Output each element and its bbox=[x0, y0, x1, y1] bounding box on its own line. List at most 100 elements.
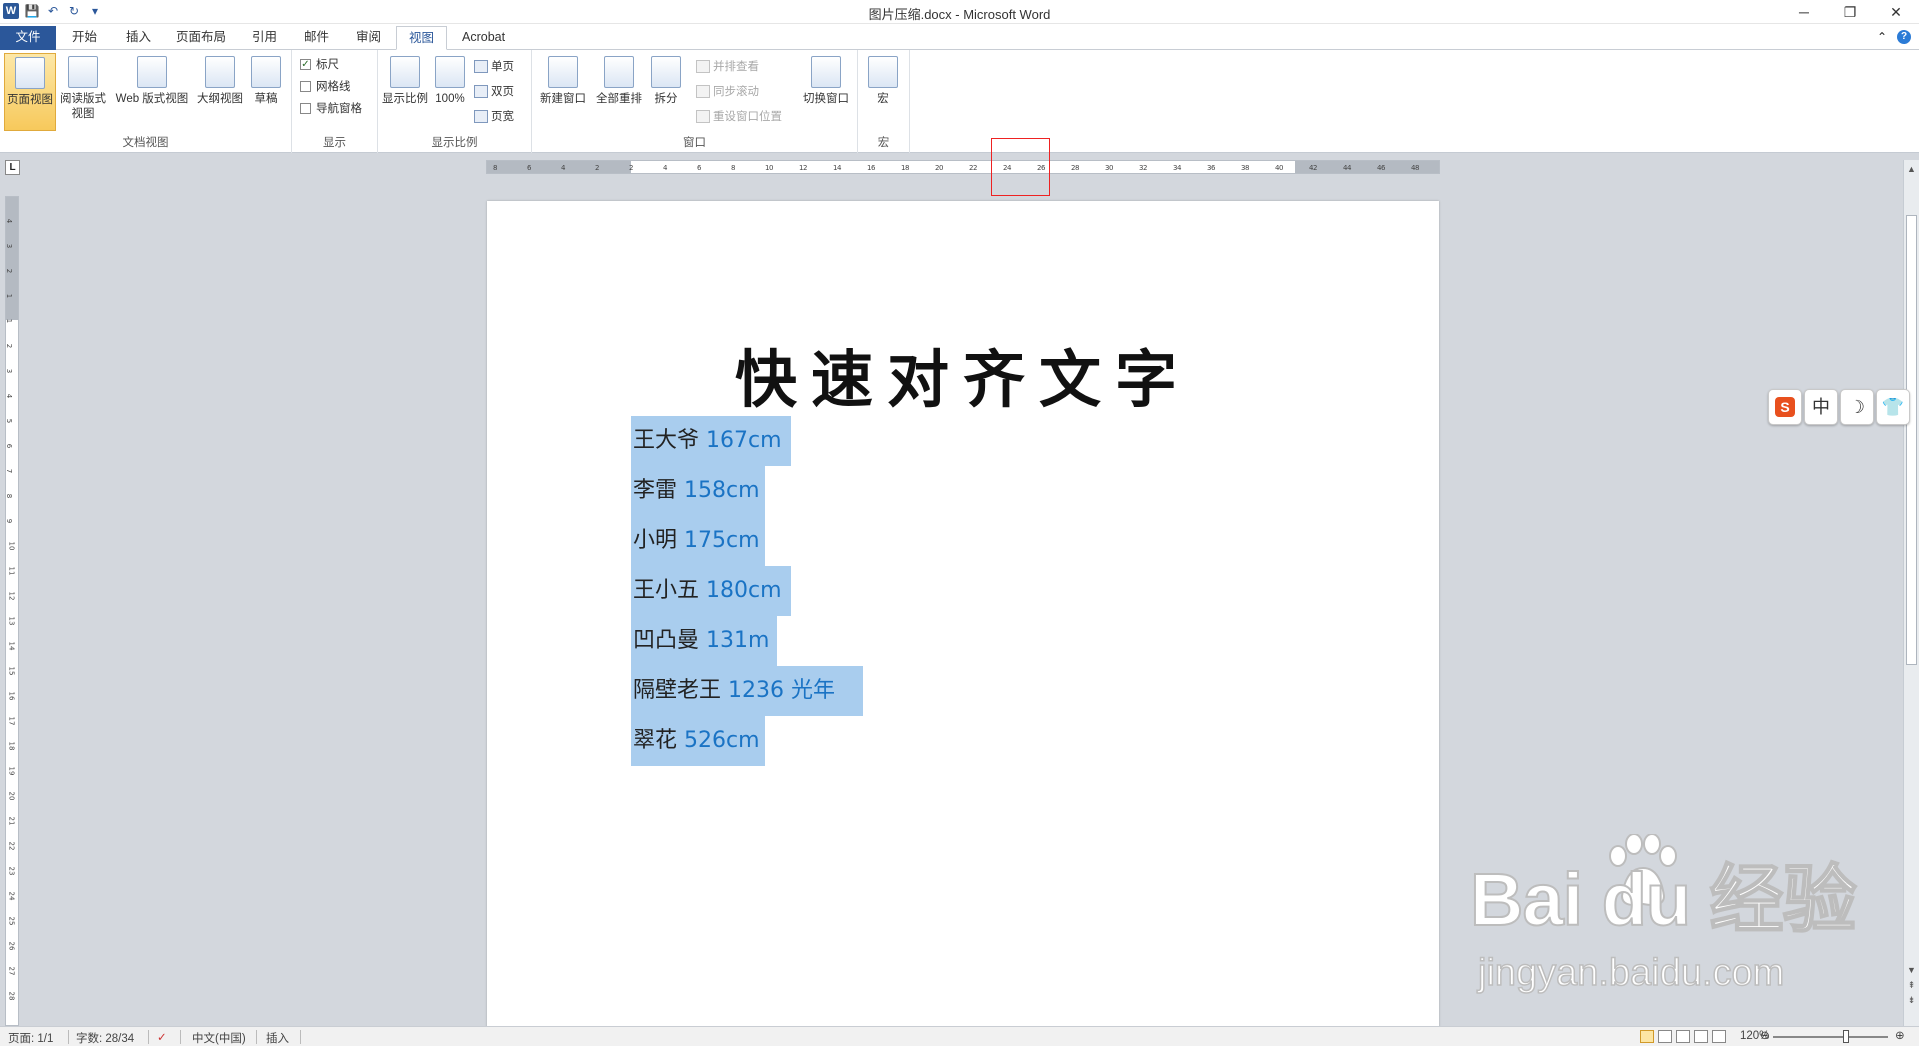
page-width-button[interactable]: 页宽 bbox=[474, 108, 514, 124]
tab-acrobat[interactable]: Acrobat bbox=[450, 26, 517, 50]
tab-page-layout[interactable]: 页面布局 bbox=[164, 26, 238, 50]
horizontal-ruler[interactable]: 8 6 4 2 2 4 6 8 10 12 14 16 18 20 22 24 26 28 30 32 34 36 38 40… bbox=[486, 160, 1440, 174]
ruler-tick-label: 12 bbox=[7, 591, 16, 601]
tab-file[interactable]: 文件 bbox=[0, 26, 56, 50]
proofing-icon[interactable]: ✓ bbox=[157, 1030, 167, 1044]
full-screen-reading-button[interactable]: 阅读版式 视图 bbox=[58, 53, 108, 131]
skin-icon[interactable]: 👕 bbox=[1876, 389, 1910, 425]
tab-review[interactable]: 审阅 bbox=[344, 26, 393, 50]
ruler-tick-label: 16 bbox=[7, 691, 16, 701]
sogou-logo-icon[interactable]: S bbox=[1768, 389, 1802, 425]
list-item[interactable]: 凹凸曼 131m bbox=[631, 616, 777, 666]
group-window: 新建窗口 全部重排 拆分 并排查看 同步滚动 重设窗口位置 切换窗口 窗口 bbox=[532, 50, 858, 153]
ruler-tick-label: 23 bbox=[7, 866, 16, 876]
previous-page-icon[interactable]: ⇞ bbox=[1906, 980, 1917, 991]
page-width-icon bbox=[474, 109, 488, 123]
page-count[interactable]: 页面: 1/1 bbox=[8, 1030, 53, 1046]
ruler-tick-label: 30 bbox=[1105, 164, 1113, 172]
switch-windows-button[interactable]: 切换窗口 bbox=[798, 53, 854, 131]
outline-view-icon[interactable] bbox=[1694, 1030, 1708, 1043]
group-label: 文档视图 bbox=[122, 137, 169, 149]
window-title: 图片压缩.docx - Microsoft Word bbox=[868, 7, 1051, 22]
insert-mode-status[interactable]: 插入 bbox=[266, 1030, 289, 1046]
list-item[interactable]: 翠花 526cm bbox=[631, 716, 765, 766]
draft-button[interactable]: 草稿 bbox=[246, 53, 286, 131]
checkbox-icon bbox=[300, 80, 311, 92]
zoom-slider-thumb[interactable] bbox=[1843, 1030, 1849, 1043]
ruler-tick-label: 27 bbox=[7, 966, 16, 976]
ruler-tick-label: 12 bbox=[799, 164, 807, 172]
ruler-tick-label: 10 bbox=[7, 541, 16, 551]
ruler-tick-label: 21 bbox=[7, 816, 16, 826]
print-layout-view-icon[interactable] bbox=[1640, 1030, 1654, 1043]
zoom-in-icon[interactable]: ⊕ bbox=[1895, 1028, 1905, 1042]
height-value: 175cm bbox=[677, 528, 760, 553]
height-value: 180cm bbox=[699, 578, 782, 603]
person-name: 王大爷 bbox=[633, 428, 700, 453]
new-window-button[interactable]: 新建窗口 bbox=[536, 53, 590, 131]
tab-mailings[interactable]: 邮件 bbox=[292, 26, 341, 50]
status-separator bbox=[148, 1030, 149, 1044]
collapse-ribbon-icon[interactable]: ⌃ bbox=[1877, 30, 1887, 44]
next-page-icon[interactable]: ⇟ bbox=[1906, 995, 1917, 1006]
moon-icon[interactable]: ☽ bbox=[1840, 389, 1874, 425]
web-view-icon[interactable] bbox=[1676, 1030, 1690, 1043]
list-item[interactable]: 王小五 180cm bbox=[631, 566, 791, 616]
arrange-all-button[interactable]: 全部重排 bbox=[592, 53, 646, 131]
minimize-button[interactable]: ─ bbox=[1781, 0, 1827, 24]
scroll-up-icon[interactable]: ▲ bbox=[1906, 164, 1917, 174]
help-icon[interactable]: ? bbox=[1897, 30, 1911, 44]
ruler-tick-label: 22 bbox=[969, 164, 977, 172]
scroll-thumb[interactable] bbox=[1906, 215, 1917, 665]
ruler-tick-label: 7 bbox=[5, 468, 14, 474]
list-item[interactable]: 王大爷 167cm bbox=[631, 416, 791, 466]
ruler-tick-label: 15 bbox=[7, 666, 16, 676]
outline-icon bbox=[205, 56, 235, 88]
gridlines-checkbox[interactable]: 网格线 bbox=[300, 78, 351, 94]
ruler-checkbox[interactable]: ✓ 标尺 bbox=[300, 56, 339, 72]
list-item[interactable]: 小明 175cm bbox=[631, 516, 765, 566]
tab-references[interactable]: 引用 bbox=[240, 26, 289, 50]
outline-button[interactable]: 大纲视图 bbox=[194, 53, 246, 131]
tab-insert[interactable]: 插入 bbox=[114, 26, 163, 50]
tab-selector[interactable]: L bbox=[5, 160, 20, 175]
magnifier-icon bbox=[390, 56, 420, 88]
reset-window-position-button[interactable]: 重设窗口位置 bbox=[696, 108, 782, 124]
zoom-slider-track[interactable] bbox=[1773, 1036, 1888, 1038]
language-toggle-button[interactable]: 中 bbox=[1804, 389, 1838, 425]
one-page-button[interactable]: 单页 bbox=[474, 58, 514, 74]
ruler-tick-label: 38 bbox=[1241, 164, 1249, 172]
close-button[interactable]: ✕ bbox=[1873, 0, 1919, 24]
tab-view[interactable]: 视图 bbox=[396, 26, 448, 50]
print-layout-button[interactable]: 页面视图 bbox=[4, 53, 56, 131]
sync-scrolling-button[interactable]: 同步滚动 bbox=[696, 83, 759, 99]
person-name: 小明 bbox=[633, 528, 678, 553]
ruler-tick-label: 17 bbox=[7, 716, 16, 726]
word-count[interactable]: 字数: 28/34 bbox=[76, 1030, 134, 1046]
view-side-by-side-button[interactable]: 并排查看 bbox=[696, 58, 759, 74]
tab-home[interactable]: 开始 bbox=[60, 26, 109, 50]
list-item[interactable]: 李雷 158cm bbox=[631, 466, 765, 516]
list-item[interactable]: 隔壁老王 1236 光年 bbox=[631, 666, 863, 716]
reading-view-icon[interactable] bbox=[1658, 1030, 1672, 1043]
ruler-tick-label: 10 bbox=[765, 164, 773, 172]
web-layout-button[interactable]: Web 版式视图 bbox=[110, 53, 194, 131]
zoom-button[interactable]: 显示比例 bbox=[380, 53, 430, 131]
zoom-out-icon[interactable]: ⊖ bbox=[1760, 1028, 1770, 1042]
two-pages-button[interactable]: 双页 bbox=[474, 83, 514, 99]
vertical-ruler[interactable]: 4 3 2 1 1 2 3 4 5 6 7 8 9 10 11 12 13 14 15 16 17 18 19 20 21 22 2… bbox=[5, 196, 19, 1026]
navigation-pane-checkbox[interactable]: 导航窗格 bbox=[300, 100, 362, 116]
macros-button[interactable]: 宏 bbox=[862, 53, 904, 131]
draft-view-icon[interactable] bbox=[1712, 1030, 1726, 1043]
group-label: 宏 bbox=[877, 137, 890, 149]
language-status[interactable]: 中文(中国) bbox=[192, 1030, 246, 1046]
split-button[interactable]: 拆分 bbox=[646, 53, 686, 131]
restore-button[interactable]: ❐ bbox=[1827, 0, 1873, 24]
zoom-100-button[interactable]: 100% bbox=[430, 53, 470, 131]
switch-windows-icon bbox=[811, 56, 841, 88]
document-page[interactable]: 快速对齐文字 王大爷 167cm 李雷 158cm 小明 175cm 王小五 180c… bbox=[487, 201, 1439, 1031]
scroll-down-icon[interactable]: ▼ bbox=[1906, 965, 1917, 975]
ruler-tick-label: 42 bbox=[1309, 164, 1317, 172]
watermark-url: jingyan.baidu.com bbox=[1477, 951, 1785, 995]
vertical-scrollbar[interactable]: ▲ ▼ ⇞ ⇟ bbox=[1903, 160, 1919, 1026]
